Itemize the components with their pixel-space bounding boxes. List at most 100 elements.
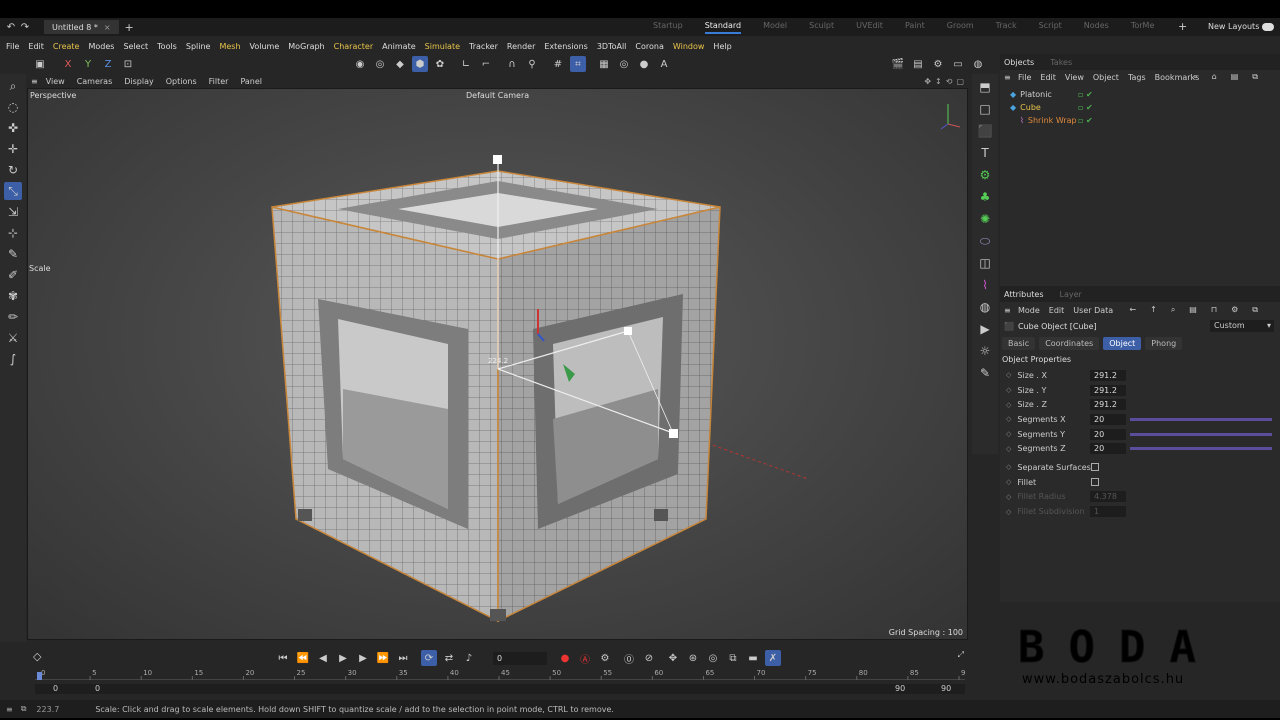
snap-grid-icon[interactable]: ⌗ [570,56,586,72]
new-window-icon[interactable]: ⧉ [1252,72,1258,82]
objects-menu-edit[interactable]: Edit [1040,73,1056,82]
timeline-mode-icon[interactable]: ✗ [765,650,781,666]
playhead[interactable] [37,672,42,680]
settings-icon[interactable]: ⚙ [1231,305,1238,315]
prop-value-field[interactable]: 291.2 [1090,369,1126,381]
prop-value-field[interactable]: 20 [1090,428,1126,440]
layout-tab-script[interactable]: Script [1039,21,1062,34]
next-frame-icon[interactable]: ▶ [355,650,371,666]
attributes-hamburger-icon[interactable]: ≡ [1004,306,1011,315]
current-frame-field[interactable]: 0 [493,651,547,665]
magnet-icon[interactable]: ∩ [504,56,520,72]
objects-hamburger-icon[interactable]: ≡ [1004,73,1011,82]
rotation-key-icon[interactable]: ✥ [665,650,681,666]
animate-diamond-icon[interactable]: ◇ [1006,386,1011,394]
viewport-layout-icon[interactable]: ▢ [956,77,964,86]
visibility-check-icon[interactable]: ▫ ✔ [1078,90,1093,99]
undo-icon[interactable]: ↶ [4,18,18,36]
visibility-check-icon[interactable]: ▫ ✔ [1078,103,1093,112]
axis-mode-icon[interactable]: ∟ [458,56,474,72]
layout-tab-groom[interactable]: Groom [947,21,974,34]
layout-tab-nodes[interactable]: Nodes [1084,21,1109,34]
xz-scale-handle[interactable] [624,327,632,335]
new-layouts-button[interactable]: New Layouts [1208,22,1259,31]
render-region-icon[interactable]: ◎ [616,56,632,72]
tweak-mode-icon[interactable]: ⌐ [478,56,494,72]
edit-icon[interactable]: ✎ [976,364,994,382]
filter-icon[interactable]: ▤ [1189,305,1197,315]
menu-corona[interactable]: Corona [635,42,663,51]
key-mode-icon[interactable]: ⧉ [725,650,741,666]
new-window-icon[interactable]: ⧉ [1252,305,1258,315]
menu-select[interactable]: Select [123,42,148,51]
animate-diamond-icon[interactable]: ◇ [1006,445,1011,453]
keyframe-icon[interactable]: ◇ [33,650,41,663]
search-icon[interactable]: ⌕ [1193,72,1197,82]
status-layers-icon[interactable]: ⧉ [21,704,27,714]
menu-modes[interactable]: Modes [88,42,114,51]
render-view-icon[interactable]: ▤ [910,56,926,72]
go-to-end-icon[interactable]: ⏭ [395,650,411,666]
animate-diamond-icon[interactable]: ◇ [1006,401,1011,409]
prop-value-field[interactable]: 1 [1090,506,1126,518]
object-row-platonic[interactable]: ◆ Platonic ▫ ✔ [1000,88,1280,101]
layout-tab-standard[interactable]: Standard [704,21,742,34]
text-icon[interactable]: T [976,144,994,162]
environment-icon[interactable]: ◍ [976,298,994,316]
go-to-start-icon[interactable]: ⏮ [275,650,291,666]
param-key-icon[interactable]: ⊛ [685,650,701,666]
volume-icon[interactable]: ◫ [976,254,994,272]
rotate-tool-icon[interactable]: ↻ [4,161,22,179]
animate-diamond-icon[interactable]: ◇ [1006,508,1011,516]
magnet-tool-icon[interactable]: ∫ [4,350,22,368]
prop-value-field[interactable]: 4.378 [1090,491,1126,503]
viewport-menu-filter[interactable]: Filter [209,77,229,86]
menu-file[interactable]: File [6,42,19,51]
transform-tool-icon[interactable]: ⇲ [4,203,22,221]
snap-icon[interactable]: # [550,56,566,72]
animate-diamond-icon[interactable]: ◇ [1006,415,1011,423]
cube-icon[interactable]: ⬛ [976,122,994,140]
search-icon[interactable]: ⌕ [4,77,22,95]
sound-icon[interactable]: ♪ [461,650,477,666]
objects-tab-takes[interactable]: Takes [1050,58,1072,67]
snap-tool-icon[interactable]: ⊹ [4,224,22,242]
object-row-cube[interactable]: ◆ Cube ▫ ✔ [1000,101,1280,114]
polygons-mode-icon[interactable]: ◆ [392,56,408,72]
reset-icon[interactable]: ▣ [32,56,48,72]
menu-character[interactable]: Character [334,42,374,51]
up-arrow-icon[interactable]: ↑ [1150,305,1157,315]
coordinate-system-icon[interactable]: ⊡ [120,56,136,72]
add-tab-icon[interactable]: + [125,21,134,34]
orbit-icon[interactable]: ⟲ [946,77,953,86]
render-queue-icon[interactable]: ◍ [970,56,986,72]
lock-workplane-icon[interactable]: ● [636,56,652,72]
light-icon[interactable]: ☼ [976,342,994,360]
viewport-menu-panel[interactable]: Panel [240,77,262,86]
sketch-icon[interactable]: ✐ [4,266,22,284]
menu-3dtoall[interactable]: 3DToAll [597,42,627,51]
object-row-shrink-wrap[interactable]: ⌇ Shrink Wrap ▫ ✔ [1000,114,1280,127]
autokey-icon[interactable]: Ⓐ [577,650,593,666]
scale-key-icon[interactable]: ⊘ [641,650,657,666]
pla-key-icon[interactable]: ◎ [705,650,721,666]
attributes-tab-layer[interactable]: Layer [1060,290,1082,299]
prev-frame-icon[interactable]: ◀ [315,650,331,666]
attributes-menu-user-data[interactable]: User Data [1073,306,1113,315]
curve-editor-icon[interactable]: ⤢ [958,650,964,660]
objects-menu-file[interactable]: File [1018,73,1031,82]
menu-render[interactable]: Render [507,42,535,51]
subtab-object[interactable]: Object [1103,336,1142,350]
objects-menu-object[interactable]: Object [1093,73,1119,82]
animate-diamond-icon[interactable]: ◇ [1006,478,1011,486]
y-axis-lock[interactable]: Y [80,56,96,72]
workplane-icon[interactable]: ▦ [596,56,612,72]
menu-tracker[interactable]: Tracker [469,42,498,51]
document-tab[interactable]: Untitled 8 * × [44,20,119,34]
viewport-menu-view[interactable]: View [46,77,65,86]
layout-tab-uvedit[interactable]: UVEdit [856,21,883,34]
null-object-icon[interactable]: ⬒ [976,78,994,96]
layout-tab-paint[interactable]: Paint [905,21,925,34]
paint-icon[interactable]: ✾ [4,287,22,305]
record-icon[interactable]: ● [557,650,573,666]
